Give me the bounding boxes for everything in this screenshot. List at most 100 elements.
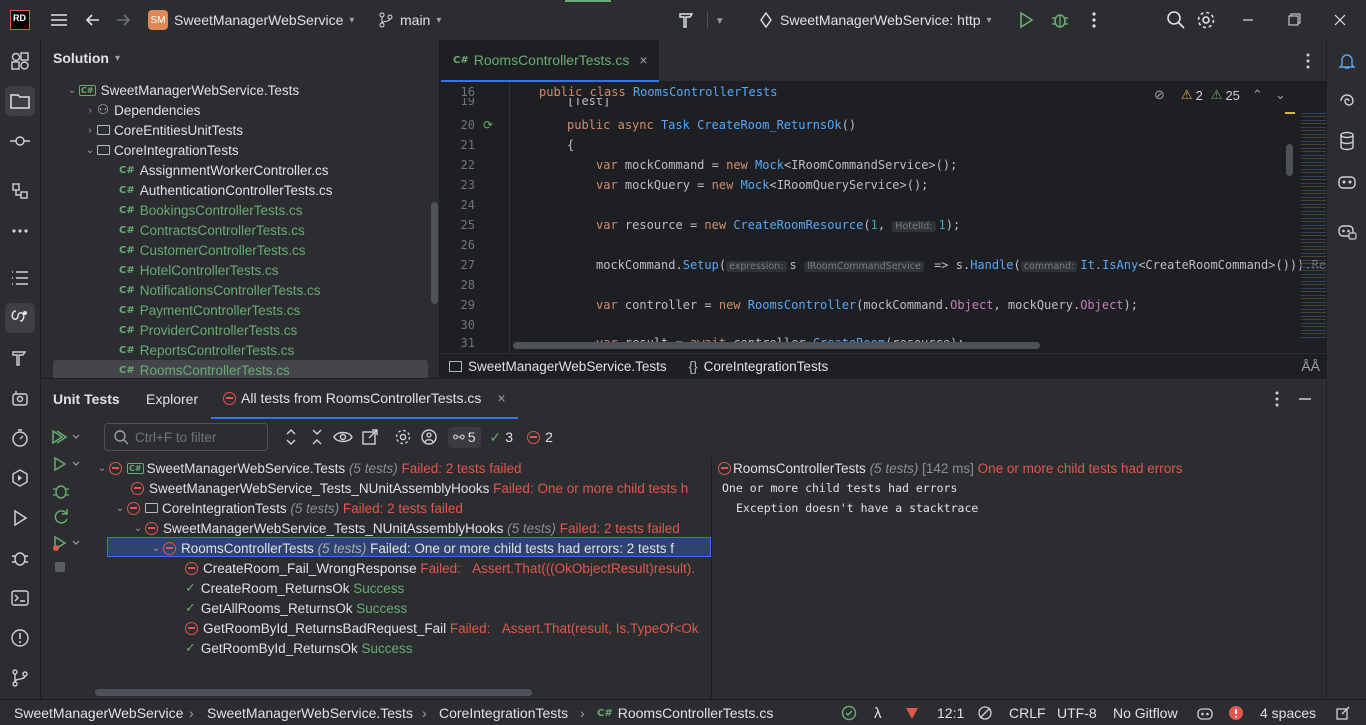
tree-item-folder[interactable]: › CoreEntitiesUnitTests: [83, 120, 243, 140]
unit-tests-tool-button[interactable]: [5, 303, 35, 333]
project-tool-button[interactable]: [5, 86, 35, 116]
test-row[interactable]: ✓ GetRoomById_ReturnsOk Success: [185, 638, 413, 658]
code-line[interactable]: 25 var resource = new CreateRoomResource(…: [441, 215, 1286, 235]
todo-list-icon[interactable]: [10, 268, 30, 288]
close-tab-icon[interactable]: ×: [497, 390, 505, 406]
ai-status[interactable]: λ: [874, 700, 882, 725]
tree-item-dependencies[interactable]: › ⚇ Dependencies: [83, 100, 200, 120]
line-ending[interactable]: CRLF: [1009, 700, 1046, 725]
nav-crumb[interactable]: SweetManagerWebService: [14, 700, 183, 725]
run-test-gutter-icon[interactable]: ⟳: [483, 118, 493, 132]
build-button[interactable]: [677, 0, 697, 40]
project-selector[interactable]: SM SweetManagerWebService ▾: [148, 0, 354, 40]
track-running-button[interactable]: [420, 428, 440, 446]
tree-item-file[interactable]: C# PaymentControllerTests.cs: [119, 300, 300, 320]
tab-explorer[interactable]: Explorer: [146, 379, 198, 419]
more-tools-icon[interactable]: [10, 221, 30, 241]
test-row[interactable]: ⌄ SweetManagerWebService_Tests_NUnitAsse…: [131, 518, 680, 538]
ai-assistant-icon[interactable]: [1337, 91, 1357, 111]
code-line[interactable]: 29 var controller = new RoomsController(m…: [441, 295, 1286, 315]
tree-item-project[interactable]: ⌄ C# SweetManagerWebService.Tests: [65, 80, 299, 100]
tree-item-file[interactable]: C# HotelControllerTests.cs: [119, 260, 279, 280]
solution-icon[interactable]: [10, 51, 30, 71]
copilot-icon[interactable]: [1337, 171, 1357, 191]
run-tool-icon[interactable]: [10, 508, 30, 528]
test-filter-input[interactable]: Ctrl+F to filter: [104, 423, 268, 451]
run-button[interactable]: [51, 454, 81, 474]
close-window-button[interactable]: [1330, 0, 1350, 40]
lock-status[interactable]: [1335, 700, 1351, 725]
passed-count-filter[interactable]: ✓ 3: [485, 427, 519, 448]
rerun-button[interactable]: [51, 507, 71, 527]
debug-button[interactable]: [1050, 0, 1070, 40]
branch-selector[interactable]: main ▾: [378, 0, 441, 40]
code-line[interactable]: 19 [Test]: [441, 98, 1286, 110]
git-icon[interactable]: [10, 668, 30, 688]
code-line[interactable]: 28: [441, 275, 1286, 295]
indent-setting[interactable]: 4 spaces: [1260, 700, 1316, 725]
failed-count-filter[interactable]: 2: [522, 427, 558, 447]
minimize-button[interactable]: [1238, 0, 1258, 40]
test-row[interactable]: ✓ CreateRoom_ReturnsOk Success: [185, 578, 404, 598]
test-row[interactable]: CreateRoom_Fail_WrongResponse Failed: As…: [185, 558, 695, 578]
nav-crumb[interactable]: CoreIntegrationTests: [439, 700, 568, 725]
collapse-all-button[interactable]: [308, 428, 326, 446]
inspection-status[interactable]: [841, 700, 857, 725]
tree-item-file-selected[interactable]: C# RoomsControllerTests.cs: [119, 360, 290, 378]
editor-tab-active[interactable]: C# RoomsControllerTests.cs ×: [441, 40, 659, 82]
profiler-icon[interactable]: [10, 428, 30, 448]
nav-crumb-file[interactable]: C# RoomsControllerTests.cs: [597, 700, 773, 725]
code-line[interactable]: 21{: [441, 135, 1286, 155]
editor-more-button[interactable]: [1298, 51, 1318, 71]
breadcrumb-project[interactable]: SweetManagerWebService.Tests: [468, 359, 667, 374]
debug-tool-icon[interactable]: [10, 548, 30, 568]
test-row[interactable]: ⌄ C# SweetManagerWebService.Tests (5 tes…: [95, 458, 522, 478]
readonly-toggle[interactable]: [977, 700, 993, 725]
code-line[interactable]: 20 ⟳ public async Task CreateRoom_Return…: [441, 115, 1286, 135]
code-line[interactable]: 26: [441, 235, 1286, 255]
show-button[interactable]: [333, 428, 353, 446]
build-options-button[interactable]: ▾: [717, 0, 723, 40]
expand-all-button[interactable]: [282, 428, 300, 446]
code-line[interactable]: 22 var mockCommand = new Mock<IRoomComman…: [441, 155, 1286, 175]
run-button[interactable]: [1017, 0, 1035, 40]
test-settings-button[interactable]: [394, 428, 412, 446]
more-actions-button[interactable]: [1084, 0, 1104, 40]
nuget-icon[interactable]: [10, 388, 30, 408]
total-count-filter[interactable]: ⚯ 5: [448, 426, 481, 448]
terminal-icon[interactable]: [10, 588, 30, 608]
debug-tests-button[interactable]: [51, 481, 71, 501]
tree-item-file[interactable]: C# NotificationsControllerTests.cs: [119, 280, 321, 300]
notifications-icon[interactable]: [1337, 51, 1357, 71]
copilot-status[interactable]: [1197, 700, 1213, 725]
build-tool-icon[interactable]: [10, 348, 30, 368]
problems-icon[interactable]: [10, 628, 30, 648]
code-line[interactable]: 27 mockCommand.Setup(expression: s IRoomCo…: [441, 255, 1326, 275]
tree-item-file[interactable]: C# ProviderControllerTests.cs: [119, 320, 297, 340]
tree-h-scrollbar[interactable]: [95, 689, 532, 696]
structure-icon[interactable]: [10, 181, 30, 201]
vcs-status[interactable]: [904, 700, 920, 725]
tab-all-tests[interactable]: All tests from RoomsControllerTests.cs ×: [211, 379, 518, 419]
export-button[interactable]: [361, 428, 379, 446]
caret-position[interactable]: 12:1: [937, 700, 964, 725]
services-icon[interactable]: [10, 468, 30, 488]
code-line[interactable]: 24: [441, 195, 1286, 215]
minimap[interactable]: [1301, 110, 1326, 340]
search-everywhere-button[interactable]: [1166, 0, 1186, 40]
restore-button[interactable]: [1284, 0, 1304, 40]
hide-panel-button[interactable]: [1296, 390, 1314, 408]
tree-item-file[interactable]: C# BookingsControllerTests.cs: [119, 200, 303, 220]
breadcrumb-namespace[interactable]: CoreIntegrationTests: [704, 359, 829, 374]
commit-icon[interactable]: [10, 131, 30, 151]
test-row[interactable]: ✓ GetAllRooms_ReturnsOk Success: [185, 598, 407, 618]
tree-item-file[interactable]: C# CustomerControllerTests.cs: [119, 240, 306, 260]
solution-scrollbar[interactable]: [431, 202, 438, 304]
text-formatting-icon[interactable]: ÅÅ: [1301, 358, 1320, 374]
main-menu-button[interactable]: [49, 0, 69, 40]
editor-v-scrollbar[interactable]: [1286, 144, 1293, 176]
stop-button[interactable]: [55, 562, 65, 572]
test-row-selected[interactable]: ⌄ RoomsControllerTests (5 tests) Failed:…: [149, 538, 674, 558]
database-icon[interactable]: [1337, 131, 1357, 151]
run-config-selector[interactable]: SweetManagerWebService: http ▾: [758, 0, 992, 40]
